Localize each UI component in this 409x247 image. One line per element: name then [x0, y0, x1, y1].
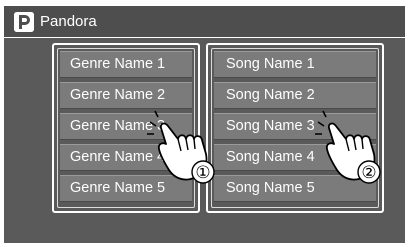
song-item-2[interactable]: Song Name 2	[214, 82, 376, 109]
song-item-1[interactable]: Song Name 1	[214, 51, 376, 78]
song-item-5[interactable]: Song Name 5	[214, 175, 376, 202]
genre-item-3[interactable]: Genre Name 3	[60, 113, 192, 140]
song-list: Song Name 1 Song Name 2 Song Name 3 Song…	[206, 43, 384, 213]
screen: Pandora Genre Name 1 Genre Name 2 Genre …	[0, 0, 409, 247]
genre-item-2[interactable]: Genre Name 2	[60, 82, 192, 109]
song-item-3[interactable]: Song Name 3	[214, 113, 376, 140]
genre-item-4[interactable]: Genre Name 4	[60, 144, 192, 171]
content-area: Genre Name 1 Genre Name 2 Genre Name 3 G…	[4, 38, 405, 243]
title-bar: Pandora	[4, 6, 405, 37]
song-item-4[interactable]: Song Name 4	[214, 144, 376, 171]
genre-item-5[interactable]: Genre Name 5	[60, 175, 192, 202]
pandora-logo-icon	[14, 12, 34, 32]
genre-list: Genre Name 1 Genre Name 2 Genre Name 3 G…	[52, 43, 200, 213]
genre-item-1[interactable]: Genre Name 1	[60, 51, 192, 78]
app-title: Pandora	[40, 13, 97, 30]
